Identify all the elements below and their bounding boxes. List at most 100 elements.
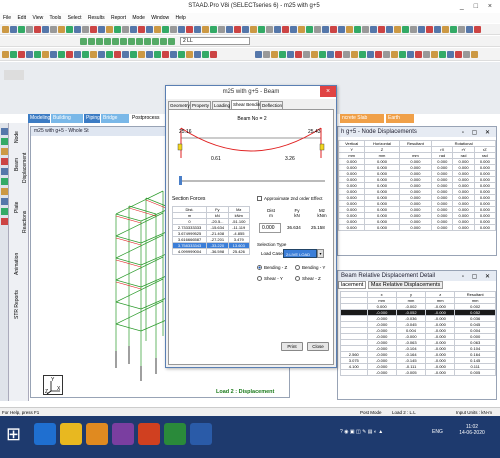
- tab-deflection[interactable]: Deflection: [260, 101, 283, 109]
- radio-icon[interactable]: [295, 265, 300, 271]
- menu-file[interactable]: File: [3, 15, 11, 21]
- beam-displacement-table: x y z Resultant mm mm mm mm 0.000 -0.002-…: [340, 291, 496, 376]
- system-tray-icons[interactable]: ? ◉ ▣ ◫ ✎ ▤ ◐ ▲: [340, 429, 430, 439]
- section-forces-label: Section Forces: [172, 196, 206, 202]
- close-button[interactable]: Close: [307, 342, 329, 351]
- tab-concrete-slab[interactable]: ncrete Slab Design: [340, 114, 384, 130]
- load-case-combo[interactable]: 2 LL: [180, 37, 250, 45]
- menu-help[interactable]: Help: [175, 15, 185, 21]
- file-explorer-icon[interactable]: [60, 423, 82, 445]
- side-tab-displacement[interactable]: Displacement: [22, 153, 28, 183]
- fy-header: Fy kN: [294, 208, 300, 218]
- toolbar-icons-3[interactable]: [2, 51, 218, 59]
- table-cell: 4.099999004: [171, 248, 208, 255]
- side-tab-str-reports[interactable]: STR Reports: [14, 290, 20, 319]
- option-shear-z[interactable]: Shear - Z: [295, 276, 321, 282]
- table-cell: -0.005: [395, 369, 427, 376]
- print-button[interactable]: Print: [281, 342, 303, 351]
- side-tab-plate[interactable]: Plate: [14, 202, 20, 213]
- windows-start-icon[interactable]: ⊞: [6, 423, 28, 445]
- tab-geometry[interactable]: Geometry: [168, 101, 190, 109]
- menu-report[interactable]: Report: [111, 15, 126, 21]
- side-tab-beam[interactable]: Beam: [14, 158, 20, 171]
- node-window-controls[interactable]: ▫ ▢ ✕: [462, 129, 493, 136]
- menu-window[interactable]: Window: [151, 15, 169, 21]
- clock[interactable]: 11:02 14-06-2020: [456, 424, 488, 436]
- dialog-close-icon[interactable]: ×: [320, 86, 336, 97]
- plate-tool-icon[interactable]: [1, 198, 8, 205]
- beam-window-controls[interactable]: ▫ ▢ ✕: [462, 273, 493, 280]
- menu-bar: File Edit View Tools Select Results Repo…: [0, 13, 500, 23]
- ie-icon[interactable]: [34, 423, 56, 445]
- tab-shear-bending[interactable]: Shear Bending: [231, 100, 263, 109]
- pan-tool-icon[interactable]: [1, 148, 8, 155]
- tab-displacement[interactable]: lacement: [338, 281, 367, 289]
- tab-modeling[interactable]: Modeling: [28, 114, 50, 123]
- staad-icon[interactable]: [164, 423, 186, 445]
- section-forces-table[interactable]: Dist. Fy Mz m kN kNm 0 -20.5... -51.100 2.7…: [171, 206, 251, 255]
- beam-relative-displacement-window[interactable]: Beam Relative Displacement Detail ▫ ▢ ✕ …: [337, 270, 497, 400]
- zoom-tool-icon[interactable]: [1, 158, 8, 165]
- toolbar-icons-1[interactable]: [2, 26, 482, 34]
- tab-piping[interactable]: Piping: [84, 114, 100, 123]
- menu-mode[interactable]: Mode: [132, 15, 145, 21]
- approx-2nd-order-checkbox[interactable]: Approximate 2nd order Effect: [257, 196, 323, 202]
- option-bending-y[interactable]: Bending - Y: [295, 265, 325, 271]
- node-tool-icon[interactable]: [1, 178, 8, 185]
- media-icon[interactable]: [86, 423, 108, 445]
- dist-field[interactable]: 0.000: [259, 223, 281, 233]
- side-tab-reactions[interactable]: Reactions: [22, 211, 28, 233]
- radio-icon[interactable]: [295, 276, 300, 282]
- table-row[interactable]: 3.674999525 -21.408 -4.855: [171, 230, 251, 237]
- toolbar-icons-2[interactable]: [80, 38, 176, 46]
- table-row[interactable]: -0.000 -0.005 -0.000 0.005: [340, 369, 496, 376]
- chevron-down-icon[interactable]: ▾: [317, 249, 324, 258]
- tab-loading[interactable]: Loading: [212, 101, 230, 109]
- table-cell: -36.598: [206, 248, 229, 255]
- menu-view[interactable]: View: [32, 15, 43, 21]
- report-tool-icon[interactable]: [1, 218, 8, 225]
- approx-label: Approximate 2nd order Effect: [264, 196, 323, 201]
- tab-earth-retaining[interactable]: Earth Retain: [386, 114, 414, 130]
- position-slider-track[interactable]: [179, 180, 325, 182]
- toolbar-icons-4[interactable]: [255, 51, 479, 59]
- beam-tool-icon[interactable]: [1, 188, 8, 195]
- node-displacements-window[interactable]: h g+5 - Node Displacements ▫ ▢ ✕ Vertica…: [337, 126, 497, 256]
- side-tab-animation[interactable]: Animation: [14, 253, 20, 275]
- beam-dialog[interactable]: m25 with g+5 - Beam × Geometry Property …: [165, 85, 337, 368]
- tab-building-planner[interactable]: Building Planner: [51, 114, 83, 130]
- word-icon[interactable]: [190, 423, 212, 445]
- chrome-icon[interactable]: [138, 423, 160, 445]
- table-row[interactable]: 2.733333333 -15.634 -11.119: [171, 224, 251, 231]
- menu-results[interactable]: Results: [88, 15, 105, 21]
- load-case-select[interactable]: 2:LIVE LOAD: [283, 249, 317, 258]
- menu-tools[interactable]: Tools: [50, 15, 62, 21]
- menu-edit[interactable]: Edit: [17, 15, 26, 21]
- radio-icon[interactable]: [257, 276, 262, 282]
- table-row[interactable]: 0.000 0.000 0.000 0.000 0.000 0.000: [337, 224, 497, 231]
- windows-taskbar: ⊞ ? ◉ ▣ ◫ ✎ ▤ ◐ ▲ ENG 11:02 14-06-2020: [0, 416, 500, 458]
- table-row[interactable]: 3.758333343 -33.220 13.603: [171, 242, 251, 249]
- checkbox-icon[interactable]: [257, 196, 262, 202]
- menu-select[interactable]: Select: [68, 15, 82, 21]
- window-controls[interactable]: _ □ ×: [456, 2, 496, 11]
- tab-property[interactable]: Property: [190, 101, 211, 109]
- table-row[interactable]: 4.099999004 -36.598 25.426: [171, 248, 251, 255]
- position-slider-thumb[interactable]: [179, 176, 182, 185]
- table-row[interactable]: 3.616666587 -27.201 3.479: [171, 236, 251, 243]
- select-tool-icon[interactable]: [1, 168, 8, 175]
- diagram-right-value: 25.43: [308, 129, 321, 135]
- option-bending-z[interactable]: Bending - Z: [257, 265, 287, 271]
- tab-bridge-deck[interactable]: Bridge Deck: [101, 114, 129, 130]
- option-shear-y[interactable]: Shear - Y: [257, 276, 283, 282]
- language-indicator[interactable]: ENG: [432, 429, 443, 435]
- tab-postprocessing[interactable]: Postprocess: [130, 114, 162, 123]
- cursor-tool-icon[interactable]: [1, 128, 8, 135]
- rotate-tool-icon[interactable]: [1, 138, 8, 145]
- left-page-control: Node Beam Displacement Plate Reactions A…: [9, 123, 29, 401]
- results-tool-icon[interactable]: [1, 208, 8, 215]
- tab-max-relative[interactable]: Max Relative Displacements: [367, 281, 444, 289]
- side-tab-node[interactable]: Node: [14, 131, 20, 143]
- radio-icon[interactable]: [257, 265, 262, 271]
- app-icon[interactable]: [112, 423, 134, 445]
